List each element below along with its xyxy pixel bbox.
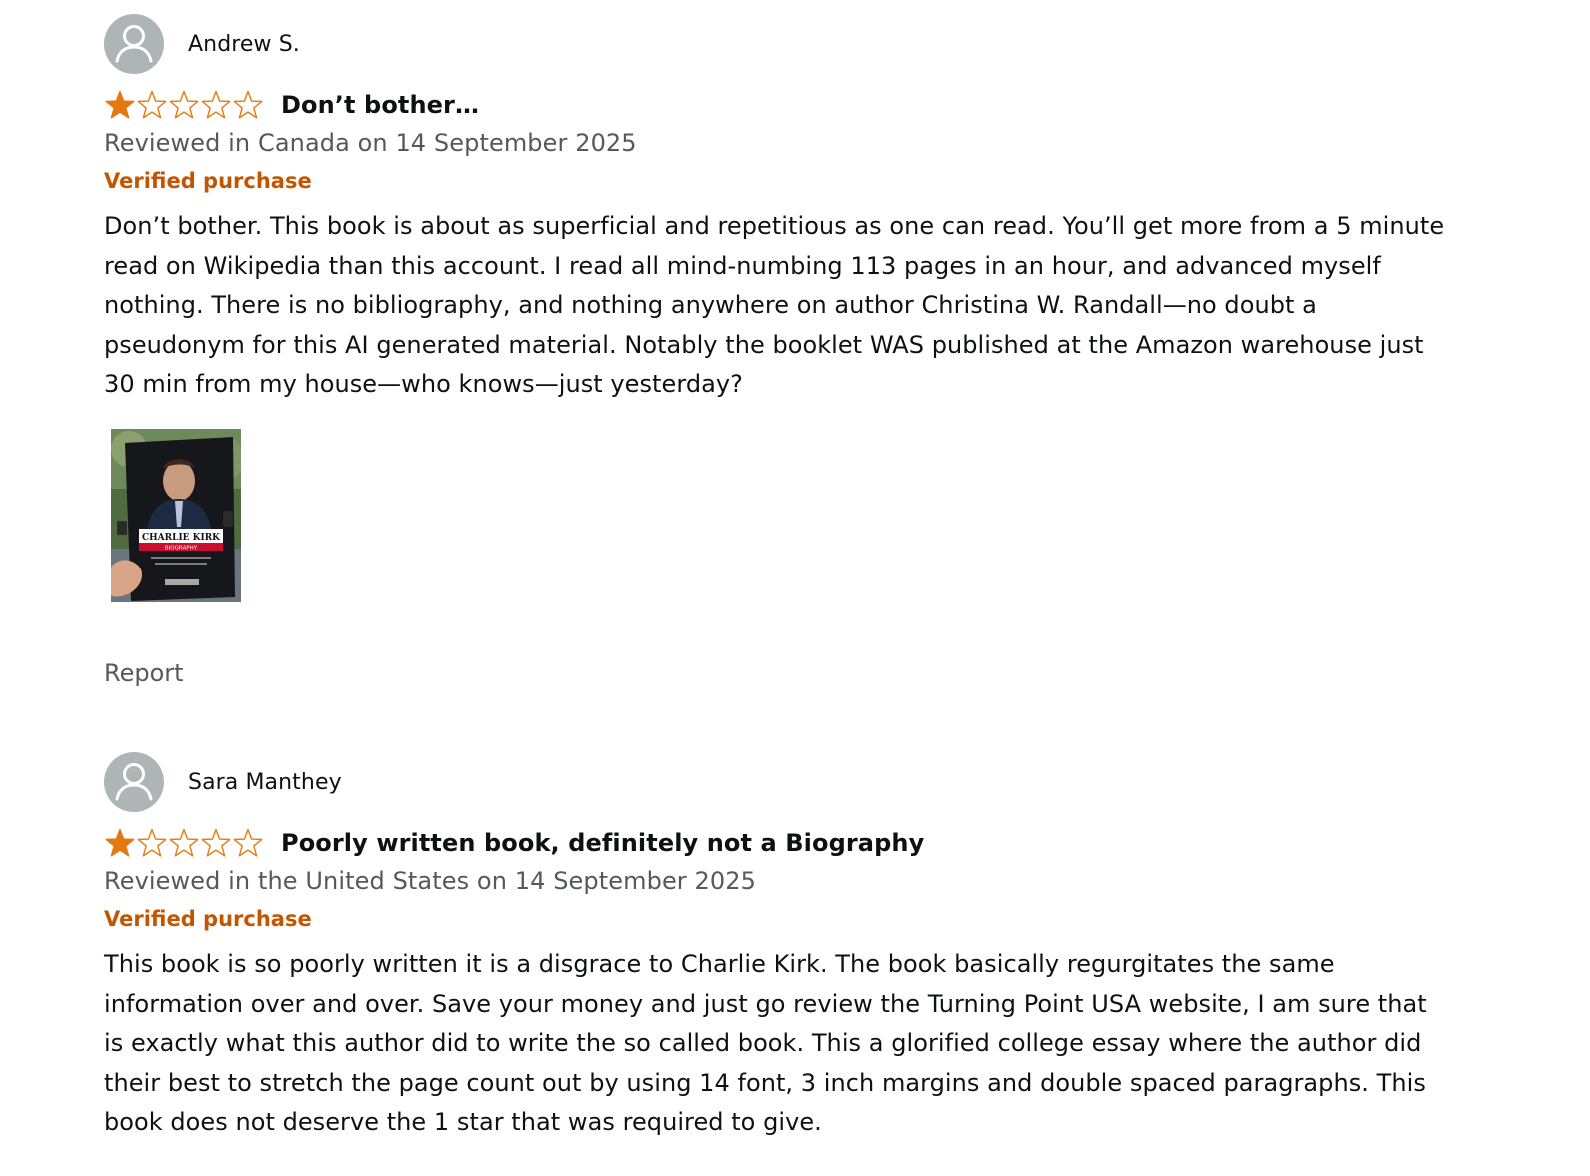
review-title[interactable]: Poorly written book, definitely not a Bi… bbox=[281, 829, 924, 857]
report-link[interactable]: Report bbox=[104, 656, 1484, 690]
review-title-row: Poorly written book, definitely not a Bi… bbox=[104, 826, 1484, 860]
cover-subtitle: BIOGRAPHY bbox=[165, 545, 198, 551]
review-card: Andrew S. Don’t bother… Reviewed in Cana… bbox=[104, 14, 1484, 690]
star-empty-icon bbox=[169, 90, 199, 119]
star-empty-icon bbox=[233, 828, 263, 857]
star-empty-icon bbox=[233, 90, 263, 119]
star-filled-icon bbox=[105, 828, 135, 857]
star-empty-icon bbox=[137, 90, 167, 119]
star-empty-icon bbox=[137, 828, 167, 857]
verified-purchase-badge[interactable]: Verified purchase bbox=[104, 167, 1484, 195]
review-date: Reviewed in the United States on 14 Sept… bbox=[104, 867, 756, 895]
star-rating[interactable] bbox=[104, 89, 264, 121]
star-empty-icon bbox=[201, 90, 231, 119]
reviewer-name: Andrew S. bbox=[188, 31, 300, 57]
star-rating[interactable] bbox=[104, 827, 264, 859]
review-image-thumbnail[interactable]: CHARLIE KIRK BIOGRAPHY bbox=[111, 428, 241, 602]
review-title[interactable]: Don’t bother… bbox=[281, 91, 479, 119]
star-empty-icon bbox=[169, 828, 199, 857]
reviewer-name: Sara Manthey bbox=[188, 769, 342, 795]
review-body: This book is so poorly written it is a d… bbox=[104, 950, 1427, 1136]
reviewer-profile[interactable]: Sara Manthey bbox=[104, 752, 1484, 812]
star-empty-icon bbox=[201, 828, 231, 857]
avatar-icon bbox=[104, 14, 164, 74]
review-card: Sara Manthey Poorly written book, defini… bbox=[104, 752, 1484, 1143]
verified-purchase-badge[interactable]: Verified purchase bbox=[104, 905, 1484, 933]
review-date: Reviewed in Canada on 14 September 2025 bbox=[104, 129, 637, 157]
cover-title: CHARLIE KIRK bbox=[142, 533, 221, 543]
avatar-icon bbox=[104, 752, 164, 812]
star-filled-icon bbox=[105, 90, 135, 119]
reviewer-profile[interactable]: Andrew S. bbox=[104, 14, 1484, 74]
review-body: Don’t bother. This book is about as supe… bbox=[104, 212, 1445, 398]
review-title-row: Don’t bother… bbox=[104, 88, 1484, 122]
